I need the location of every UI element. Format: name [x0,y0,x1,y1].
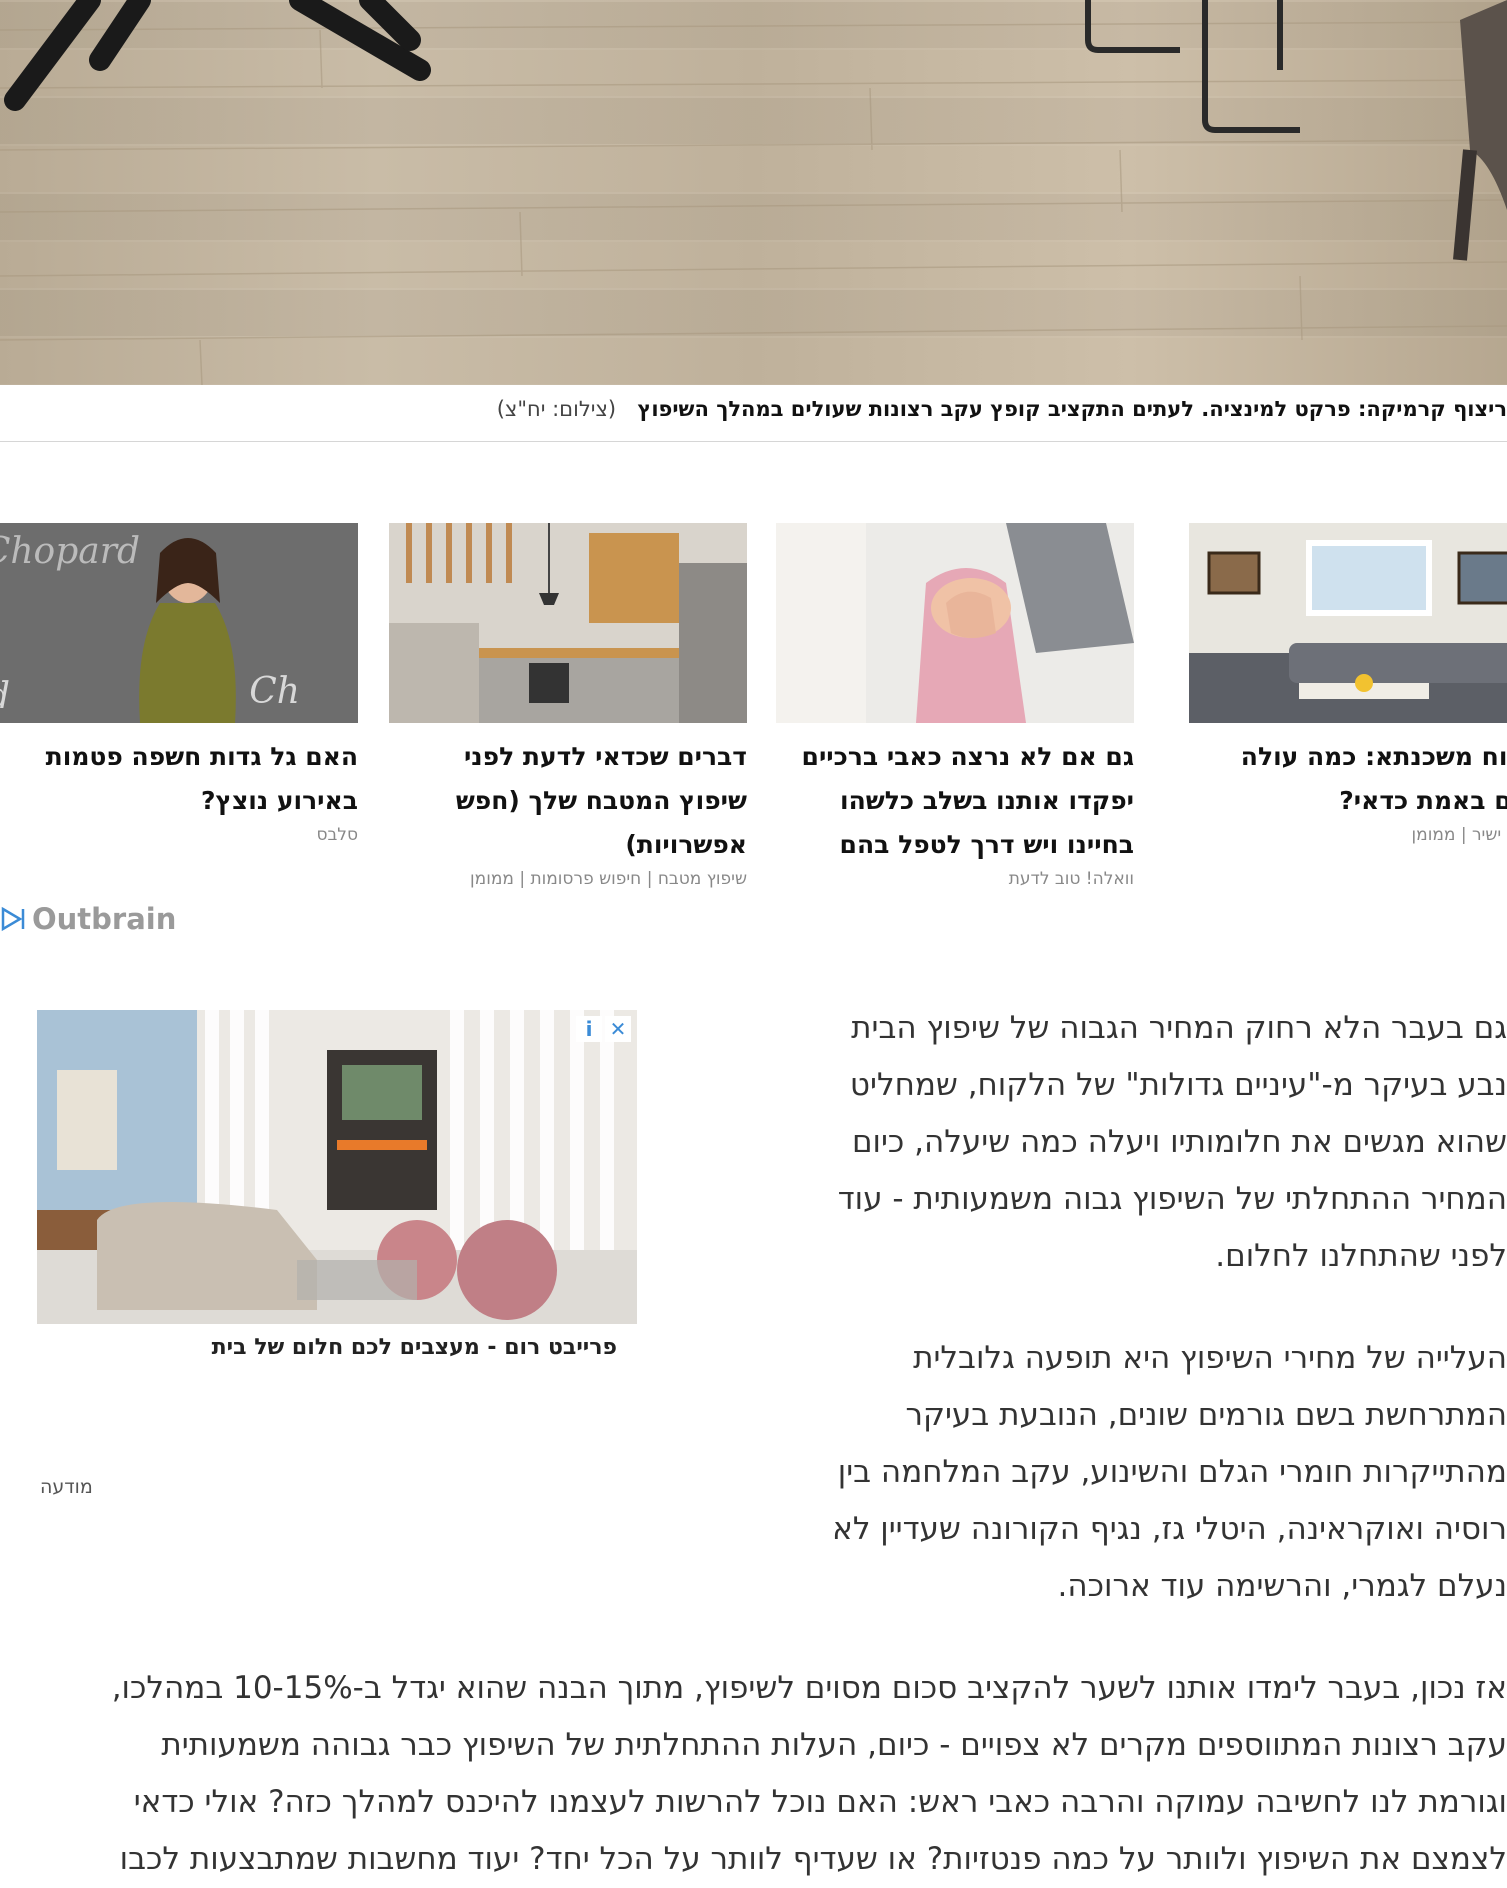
article-paragraph: אז נכון, בעבר לימדו אותנו לשער להקציב סכ… [111,1670,1507,1877]
card-title-line: ביטוח משכנתא: כמה עולה [1240,742,1507,771]
article-paragraph: העלייה של מחירי השיפוץ היא תופעה גלובלית… [832,1340,1507,1604]
ad-choices-icon[interactable] [0,906,26,932]
caption-divider [0,441,1507,442]
card-thumbnail-knee-pain[interactable] [776,523,1134,723]
card-title[interactable]: האם גל גדות חשפה פטמות באירוע נוצץ? [0,735,358,823]
card-title[interactable]: ביטוח משכנתא: כמה עולה האם באמת כדאי? [1189,735,1507,823]
card-title-line: שיפוץ המטבח שלך (חפש [455,786,747,815]
card-source: וואלה! טוב לדעת [1008,869,1134,889]
card-title-line: האם באמת כדאי? [1339,786,1507,815]
card-title-line: גם אם לא נרצה כאבי ברכיים [801,742,1134,771]
card-thumbnail-celebrity[interactable]: Chopard Ch Chopard [0,523,358,723]
outbrain-logo[interactable]: Outbrain [0,902,176,936]
svg-text:Chopard: Chopard [0,531,140,572]
hero-floor-illustration [0,0,1507,385]
ad-controls: i ✕ [576,1016,631,1042]
ad-title[interactable]: פרייבט רום - מעצבים לכם חלום של בית [37,1335,617,1360]
ad-label: מודעה [40,1476,93,1498]
card-title-line: באירוע נוצץ? [200,786,358,815]
recommendation-card[interactable]: דברים שכדאי לדעת לפני שיפוץ המטבח שלך (ח… [389,523,747,891]
card-source: ביטוח ישיר | ממומן [1411,825,1507,845]
card-title-line: אפשרויות) [625,830,747,859]
recommendation-card[interactable]: גם אם לא נרצה כאבי ברכיים יפקדו אותנו בש… [776,523,1134,891]
ad-image[interactable]: i ✕ [37,1010,637,1324]
article-hero-image [0,0,1507,385]
card-title-line: יפקדו אותנו בשלב כלשהו [840,786,1134,815]
outbrain-label: Outbrain [32,902,177,936]
card-source: שיפוץ מטבח | חיפוש פרסומות | ממומן [470,869,747,889]
recommended-cards: ביטוח משכנתא: כמה עולה האם באמת כדאי? בי… [0,523,1507,903]
svg-text:Ch: Ch [249,671,300,712]
caption-credit: (צילום: יח"צ) [496,397,617,421]
card-title-line: בחיינו ויש דרך לטפל בהם [839,830,1134,859]
card-title[interactable]: גם אם לא נרצה כאבי ברכיים יפקדו אותנו בש… [776,735,1134,867]
card-title-line: דברים שכדאי לדעת לפני [463,742,747,771]
caption-text: ריצוף קרמיקה: פרקט למינציה. לעתים התקציב… [637,397,1507,421]
ad-info-icon[interactable]: i [576,1016,602,1042]
recommendation-card[interactable]: ביטוח משכנתא: כמה עולה האם באמת כדאי? בי… [1189,523,1507,847]
card-thumbnail-kitchen[interactable] [389,523,747,723]
card-title-line: האם גל גדות חשפה פטמות [45,742,358,771]
article-paragraph: גם בעבר הלא רחוק המחיר הגבוה של שיפוץ הב… [837,1010,1507,1274]
recommendation-card[interactable]: Chopard Ch Chopard האם גל גדות חשפה פטמו… [0,523,358,847]
card-title[interactable]: דברים שכדאי לדעת לפני שיפוץ המטבח שלך (ח… [389,735,747,867]
card-thumbnail-living-room[interactable] [1189,523,1507,723]
image-caption: ריצוף קרמיקה: פרקט למינציה. לעתים התקציב… [0,397,1507,427]
card-source: סלבס [316,825,358,845]
svg-text:Chopard: Chopard [0,676,10,717]
close-icon[interactable]: ✕ [605,1016,631,1042]
